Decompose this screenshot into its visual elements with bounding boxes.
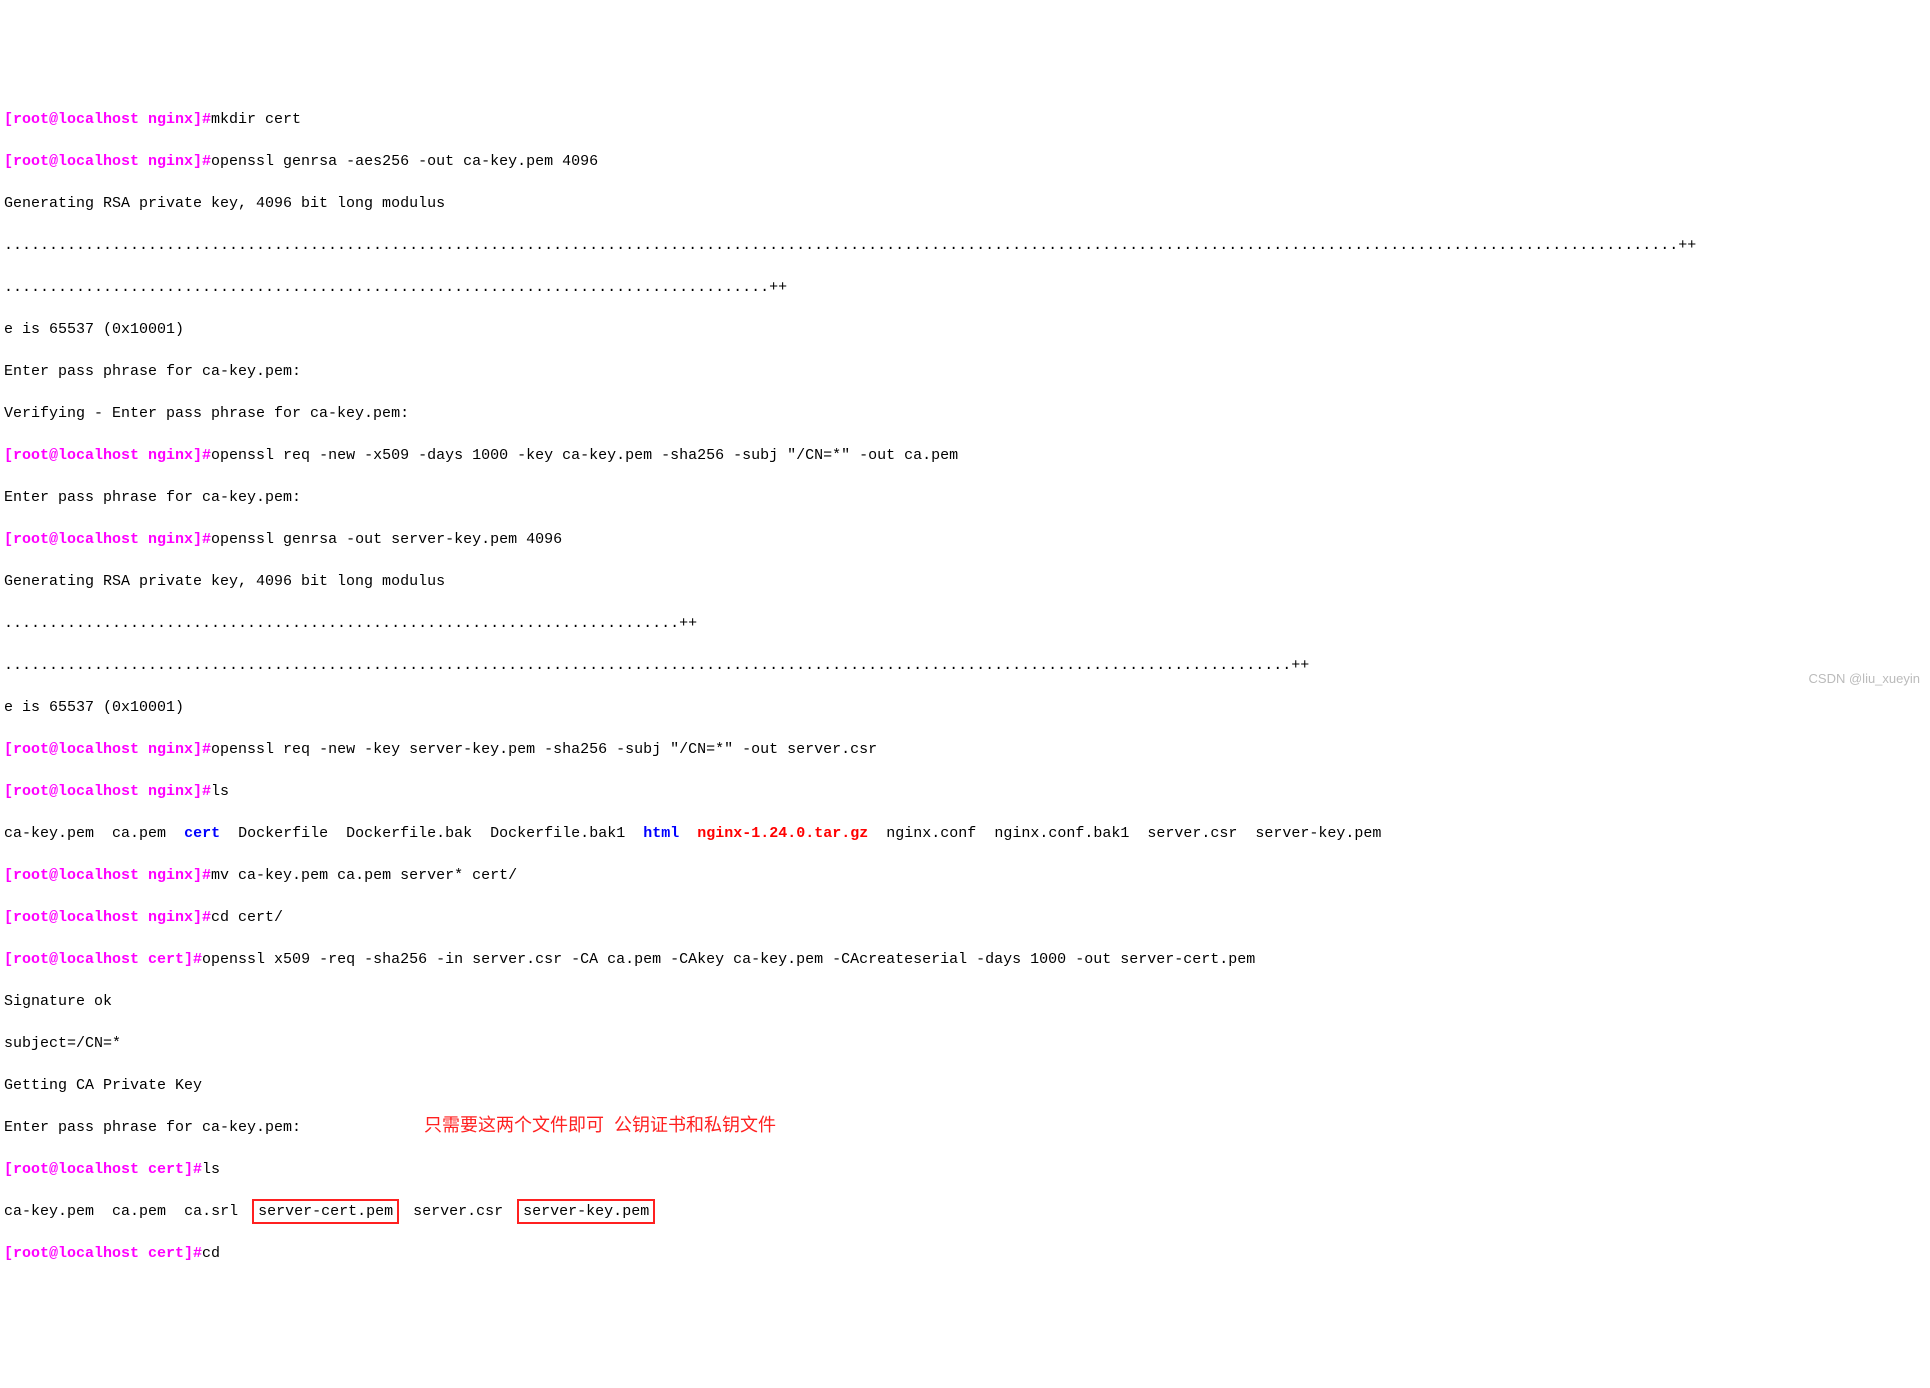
prompt: [root@localhost cert]# xyxy=(4,951,202,968)
command-text: openssl x509 -req -sha256 -in server.csr… xyxy=(202,951,1255,968)
output-line: Verifying - Enter pass phrase for ca-key… xyxy=(4,403,1926,424)
file: nginx.conf xyxy=(886,825,976,842)
file: server.csr xyxy=(1147,825,1237,842)
line-cmd-genrsa: [root@localhost nginx]#openssl genrsa -a… xyxy=(4,151,1926,172)
line-cmd-ls2: [root@localhost cert]#ls xyxy=(4,1159,1926,1180)
command-text: cd xyxy=(202,1245,220,1262)
command-text: openssl genrsa -out server-key.pem 4096 xyxy=(211,531,562,548)
output-line: ........................................… xyxy=(4,277,1926,298)
file: ca.pem xyxy=(112,1203,166,1220)
file: ca-key.pem xyxy=(4,1203,94,1220)
prompt: [root@localhost nginx]# xyxy=(4,531,211,548)
file: server.csr xyxy=(413,1203,503,1220)
command-text: mv ca-key.pem ca.pem server* cert/ xyxy=(211,867,517,884)
file: Dockerfile xyxy=(238,825,328,842)
command-text: cd cert/ xyxy=(211,909,283,926)
prompt: [root@localhost cert]# xyxy=(4,1161,202,1178)
output-line: Signature ok xyxy=(4,991,1926,1012)
directory: html xyxy=(643,825,679,842)
ls-output: ca-key.pem ca.pem cert Dockerfile Docker… xyxy=(4,823,1926,844)
line-cmd-req2: [root@localhost nginx]#openssl req -new … xyxy=(4,739,1926,760)
file: ca.srl xyxy=(184,1203,238,1220)
file: Dockerfile.bak xyxy=(346,825,472,842)
line-cmd-genrsa2: [root@localhost nginx]#openssl genrsa -o… xyxy=(4,529,1926,550)
annotation-text: 只需要这两个文件即可 公钥证书和私钥文件 xyxy=(424,1113,776,1138)
command-text: ls xyxy=(202,1161,220,1178)
command-text: openssl genrsa -aes256 -out ca-key.pem 4… xyxy=(211,153,598,170)
output-line: Generating RSA private key, 4096 bit lon… xyxy=(4,193,1926,214)
output-line: ........................................… xyxy=(4,655,1926,676)
output-line: subject=/CN=* xyxy=(4,1033,1926,1054)
output-line: Enter pass phrase for ca-key.pem: xyxy=(4,487,1926,508)
prompt: [root@localhost nginx]# xyxy=(4,111,211,128)
watermark: CSDN @liu_xueyin xyxy=(1809,670,1920,688)
terminal-output: [root@localhost nginx]#mkdir cert [root@… xyxy=(4,88,1926,1285)
output-line: e is 65537 (0x10001) xyxy=(4,697,1926,718)
ls-output-cert: ca-key.pem ca.pem ca.srl server-cert.pem… xyxy=(4,1201,1926,1222)
line-cmd-cd-last: [root@localhost cert]#cd xyxy=(4,1243,1926,1264)
prompt: [root@localhost nginx]# xyxy=(4,783,211,800)
prompt: [root@localhost nginx]# xyxy=(4,741,211,758)
output-line: Generating RSA private key, 4096 bit lon… xyxy=(4,571,1926,592)
output-line: Enter pass phrase for ca-key.pem: xyxy=(4,361,1926,382)
command-text: mkdir cert xyxy=(211,111,301,128)
line-cmd-x509: [root@localhost cert]#openssl x509 -req … xyxy=(4,949,1926,970)
file: Dockerfile.bak1 xyxy=(490,825,625,842)
highlighted-file-server-key: server-key.pem xyxy=(517,1199,655,1224)
prompt: [root@localhost nginx]# xyxy=(4,447,211,464)
command-text: ls xyxy=(211,783,229,800)
line-cmd-ls: [root@localhost nginx]#ls xyxy=(4,781,1926,802)
line-cmd-req1: [root@localhost nginx]#openssl req -new … xyxy=(4,445,1926,466)
highlighted-file-server-cert: server-cert.pem xyxy=(252,1199,399,1224)
directory: cert xyxy=(184,825,220,842)
line-cmd-mv: [root@localhost nginx]#mv ca-key.pem ca.… xyxy=(4,865,1926,886)
line-cmd-cd: [root@localhost nginx]#cd cert/ xyxy=(4,907,1926,928)
line-cmd-mkdir: [root@localhost nginx]#mkdir cert xyxy=(4,109,1926,130)
output-line: e is 65537 (0x10001) xyxy=(4,319,1926,340)
prompt: [root@localhost nginx]# xyxy=(4,867,211,884)
output-line: Getting CA Private Key xyxy=(4,1075,1926,1096)
command-text: openssl req -new -key server-key.pem -sh… xyxy=(211,741,877,758)
command-text: openssl req -new -x509 -days 1000 -key c… xyxy=(211,447,958,464)
prompt: [root@localhost nginx]# xyxy=(4,153,211,170)
output-line: ........................................… xyxy=(4,235,1926,256)
prompt: [root@localhost cert]# xyxy=(4,1245,202,1262)
file: nginx.conf.bak1 xyxy=(994,825,1129,842)
file: ca.pem xyxy=(112,825,166,842)
file: ca-key.pem xyxy=(4,825,94,842)
archive-file: nginx-1.24.0.tar.gz xyxy=(697,825,868,842)
output-line-with-annotation: Enter pass phrase for ca-key.pem:只需要这两个文… xyxy=(4,1117,1926,1138)
file: server-key.pem xyxy=(1255,825,1381,842)
output-line: ........................................… xyxy=(4,613,1926,634)
prompt: [root@localhost nginx]# xyxy=(4,909,211,926)
